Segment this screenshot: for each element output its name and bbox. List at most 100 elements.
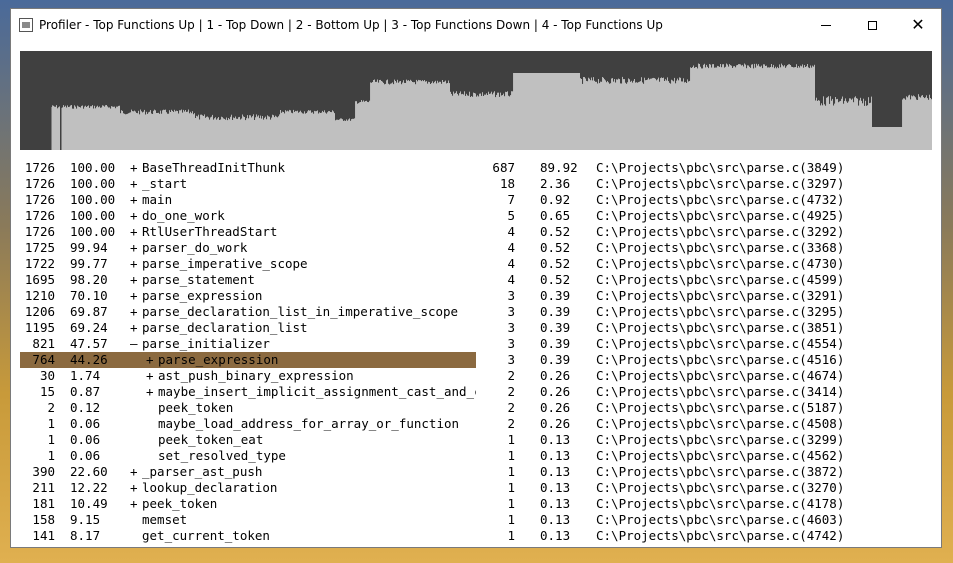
source-location: C:\Projects\pbc\src\parse.c(4732) [596, 192, 845, 207]
source-location: C:\Projects\pbc\src\parse.c(4178) [596, 496, 845, 511]
maximize-button[interactable] [849, 9, 895, 41]
table-row[interactable]: 1695 98.20 + parse_statement 4 0.52 C:\Project… [20, 272, 932, 288]
table-row[interactable]: 2 0.12 peek_token 2 0.26 C:\Projects\pbc\src\… [20, 400, 932, 416]
sample-percent: 100.00 [70, 176, 116, 191]
table-row[interactable]: 211 12.22 + lookup_declaration 1 0.13 C:\Proje… [20, 480, 932, 496]
source-location: C:\Projects\pbc\src\parse.c(4925) [596, 208, 845, 223]
table-row[interactable]: 1 0.06 peek_token_eat 1 0.13 C:\Projects\pbc\… [20, 432, 932, 448]
function-name: parse_initializer [142, 336, 270, 351]
sample-timeline[interactable] [20, 51, 932, 150]
source-location: C:\Projects\pbc\src\parse.c(3297) [596, 176, 845, 191]
table-row[interactable]: 1210 70.10 + parse_expression 3 0.39 C:\Projec… [20, 288, 932, 304]
table-row[interactable]: 1195 69.24 + parse_declaration_list 3 0.39 C:\… [20, 320, 932, 336]
sample-percent: 0.06 [70, 416, 101, 431]
table-row[interactable]: 1722 99.77 + parse_imperative_scope 4 0.52 C:\… [20, 256, 932, 272]
tree-expander[interactable]: + [130, 464, 138, 480]
source-hit-count: 4 [507, 272, 515, 287]
source-hit-count: 687 [492, 160, 515, 175]
table-row[interactable]: 1725 99.94 + parser_do_work 4 0.52 C:\Projects… [20, 240, 932, 256]
source-hit-percent: 0.13 [540, 528, 571, 543]
sample-percent: 99.94 [70, 240, 108, 255]
table-row[interactable]: 15 0.87 + maybe_insert_implicit_assignment_… [20, 384, 932, 400]
sample-percent: 9.15 [70, 512, 101, 527]
source-location: C:\Projects\pbc\src\parse.c(4742) [596, 528, 845, 543]
table-row[interactable]: 158 9.15 memset 1 0.13 C:\Projects\pbc\src\pa… [20, 512, 932, 528]
tree-expander[interactable]: + [130, 160, 138, 176]
tree-expander[interactable]: + [146, 368, 154, 384]
sample-percent: 44.26 [70, 352, 108, 367]
source-hit-count: 1 [507, 528, 515, 543]
function-name: peek_token [158, 400, 234, 415]
tree-expander[interactable]: + [146, 384, 154, 400]
source-hit-percent: 0.52 [540, 256, 571, 271]
tree-expander[interactable]: + [130, 496, 138, 512]
table-row[interactable]: 1726 100.00 + BaseThreadInitThunk 687 89.92 C:… [20, 160, 932, 176]
source-hit-count: 3 [507, 288, 515, 303]
source-hit-percent: 0.39 [540, 288, 571, 303]
table-row[interactable]: 141 8.17 get_current_token 1 0.13 C:\Projects… [20, 528, 932, 544]
source-hit-count: 1 [507, 448, 515, 463]
table-row[interactable]: 181 10.49 + peek_token 1 0.13 C:\Projects\pbc\… [20, 496, 932, 512]
sample-percent: 0.12 [70, 400, 101, 415]
table-row[interactable]: 390 22.60 + _parser_ast_push 1 0.13 C:\Project… [20, 464, 932, 480]
source-hit-count: 7 [507, 192, 515, 207]
sample-count: 15 [39, 384, 55, 399]
source-hit-percent: 2.36 [540, 176, 571, 191]
source-hit-percent: 0.13 [540, 464, 571, 479]
title-bar[interactable]: Profiler - Top Functions Up | 1 - Top Do… [11, 9, 941, 42]
tree-expander[interactable]: + [130, 320, 138, 336]
sample-percent: 100.00 [70, 160, 116, 175]
tree-expander[interactable]: + [146, 352, 154, 368]
tree-expander[interactable]: – [130, 336, 138, 352]
table-row[interactable]: 30 1.74 + ast_push_binary_expression 2 0.26 C:… [20, 368, 932, 384]
function-name: parse_expression [142, 288, 263, 303]
source-location: C:\Projects\pbc\src\parse.c(4562) [596, 448, 845, 463]
sample-percent: 98.20 [70, 272, 108, 287]
table-row[interactable]: 1726 100.00 + do_one_work 5 0.65 C:\Projects\p… [20, 208, 932, 224]
function-name: peek_token_eat [158, 432, 264, 447]
table-row[interactable]: 1726 100.00 + _start 18 2.36 C:\Projects\pbc\s… [20, 176, 932, 192]
sample-count: 158 [32, 512, 55, 527]
source-hit-percent: 0.13 [540, 448, 571, 463]
tree-expander[interactable]: + [130, 256, 138, 272]
table-row[interactable]: 1 0.06 set_resolved_type 1 0.13 C:\Projects\p… [20, 448, 932, 464]
source-hit-percent: 0.39 [540, 336, 571, 351]
tree-expander[interactable]: + [130, 224, 138, 240]
sample-percent: 69.87 [70, 304, 108, 319]
tree-expander[interactable]: + [130, 240, 138, 256]
close-icon: ✕ [911, 15, 925, 34]
source-location: C:\Projects\pbc\src\parse.c(4599) [596, 272, 845, 287]
timeline-graph [20, 51, 932, 150]
source-hit-count: 3 [507, 320, 515, 335]
sample-percent: 99.77 [70, 256, 108, 271]
sample-percent: 0.87 [70, 384, 101, 399]
tree-expander[interactable]: + [130, 272, 138, 288]
table-row[interactable]: 1726 100.00 + RtlUserThreadStart 4 0.52 C:\Pro… [20, 224, 932, 240]
source-location: C:\Projects\pbc\src\parse.c(3291) [596, 288, 845, 303]
source-hit-percent: 0.52 [540, 272, 571, 287]
table-row[interactable]: 1726 100.00 + main 7 0.92 C:\Projects\pbc\src\… [20, 192, 932, 208]
function-name: parser_do_work [142, 240, 248, 255]
tree-expander[interactable]: + [130, 208, 138, 224]
tree-expander[interactable]: + [130, 480, 138, 496]
source-location: C:\Projects\pbc\src\parse.c(3849) [596, 160, 845, 175]
close-button[interactable]: ✕ [895, 9, 941, 41]
table-row[interactable]: 821 47.57 – parse_initializer 3 0.39 C:\Projec… [20, 336, 932, 352]
source-hit-percent: 0.65 [540, 208, 571, 223]
function-name: parse_expression [158, 352, 279, 367]
function-name: maybe_insert_implicit_assignment_cast_an… [158, 384, 476, 399]
tree-expander[interactable]: + [130, 288, 138, 304]
source-location: C:\Projects\pbc\src\parse.c(3414) [596, 384, 845, 399]
table-row[interactable]: 764 44.26 + parse_expression 3 0.39 C:\Project… [20, 352, 932, 368]
function-name: ast_push_binary_expression [158, 368, 354, 383]
table-row[interactable]: 1 0.06 maybe_load_address_for_array_or_fun… [20, 416, 932, 432]
minimize-button[interactable] [803, 9, 849, 41]
tree-expander[interactable]: + [130, 192, 138, 208]
tree-expander[interactable]: + [130, 304, 138, 320]
table-row[interactable]: 1206 69.87 + parse_declaration_list_in_impe… [20, 304, 932, 320]
tree-expander[interactable]: + [130, 176, 138, 192]
function-name: _parser_ast_push [142, 464, 263, 479]
function-name: RtlUserThreadStart [142, 224, 278, 239]
source-location: C:\Projects\pbc\src\parse.c(3368) [596, 240, 845, 255]
source-hit-count: 3 [507, 304, 515, 319]
